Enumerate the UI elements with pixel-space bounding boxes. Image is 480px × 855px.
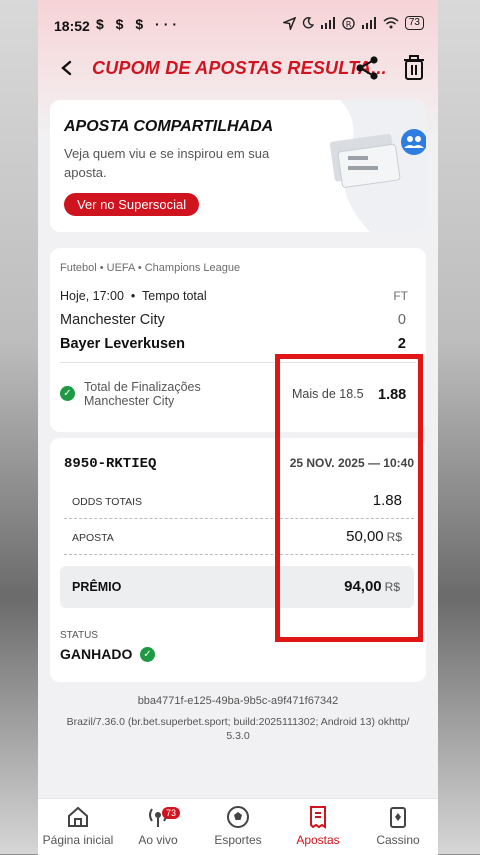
football-icon [227, 806, 249, 828]
event-status: FT [393, 289, 408, 303]
back-arrow-icon[interactable] [56, 54, 78, 82]
status-check-icon: ✓ [140, 647, 155, 662]
event-time-row: Hoje, 17:00 • Tempo total [60, 289, 207, 303]
shared-ticket-illustration [329, 100, 426, 232]
prize-label: PRÊMIO [72, 580, 122, 594]
check-icon: ✓ [60, 386, 75, 401]
nav-label-casino: Cassino [376, 833, 420, 847]
nav-item-bets[interactable]: Apostas [278, 805, 358, 847]
score-home: 0 [397, 312, 406, 328]
signal2-icon [361, 17, 376, 29]
signal-icon [320, 17, 335, 29]
stake-label: APOSTA [72, 532, 114, 544]
bet-hash: bba4771f-e125-49ba-9b5c-a9f471f67342 [137, 695, 339, 707]
home-icon [68, 806, 88, 827]
promo-heading: APOSTA COMPARTILHADA [64, 118, 274, 135]
market-label: Total de Finalizações [84, 380, 201, 394]
registered-icon: R [342, 16, 355, 30]
status-value: GANHADO [60, 646, 133, 662]
nav-item-home[interactable]: Página inicial [38, 805, 118, 847]
live-badge: 73 [162, 807, 181, 819]
total-odds-label: ODDS TOTAIS [72, 496, 143, 508]
page-title: CUPOM DE APOSTAS RESULTA... [92, 58, 387, 78]
nav-item-live[interactable]: 73 Ao vivo [118, 805, 198, 847]
shared-bet-promo-card: APOSTA COMPARTILHADA Veja quem viu e se … [50, 100, 426, 232]
promo-description: Veja quem viu e se inspirou em sua apost… [64, 146, 270, 180]
nav-label-bets: Apostas [296, 833, 340, 847]
receipt-icon [310, 806, 326, 829]
users-icon [401, 129, 426, 155]
nav-item-casino[interactable]: Cassino [358, 805, 438, 847]
wifi-icon [383, 17, 399, 29]
svg-text:R: R [346, 18, 352, 28]
status-right: R 73 [282, 16, 424, 30]
coupon-id: 8950-RKTIEQ [64, 456, 157, 472]
bottom-navigation: Página inicial 73 Ao vivo Esportes Apost… [38, 798, 438, 855]
nav-label-home: Página inicial [42, 833, 114, 847]
market-team: Manchester City [84, 394, 175, 408]
share-icon[interactable] [354, 54, 380, 82]
team-away: Bayer Leverkusen [60, 336, 185, 352]
status-bar: 18:52 $ $ $ ··· R 73 [38, 0, 438, 48]
score-away: 2 [397, 336, 406, 352]
location-icon [282, 16, 296, 30]
nav-label-live: Ao vivo [138, 833, 178, 847]
status-time: 18:52 [54, 18, 90, 34]
supersocial-button[interactable]: Ver no Supersocial [64, 193, 200, 216]
moon-icon [302, 17, 314, 29]
background-left [0, 0, 38, 854]
event-time: Hoje, 17:00 [60, 289, 124, 303]
breadcrumb: Futebol • UEFA • Champions League [60, 262, 241, 274]
status-label: STATUS [60, 630, 98, 641]
nav-item-sports[interactable]: Esportes [198, 805, 278, 847]
trash-icon[interactable] [402, 54, 426, 82]
build-info: Brazil/7.36.0 (br.bet.superbet.sport; bu… [66, 716, 410, 742]
dot-separator: • [127, 289, 139, 303]
highlight-annotation-box [275, 354, 423, 642]
notification-icons: $ $ $ ··· [96, 16, 182, 32]
market-name: Total de Finalizações Manchester City [84, 380, 201, 408]
team-home: Manchester City [60, 312, 165, 328]
event-period: Tempo total [142, 289, 207, 303]
cards-icon [390, 807, 406, 828]
nav-label-sports: Esportes [214, 833, 262, 847]
battery-indicator: 73 [404, 16, 424, 30]
background-right [438, 0, 480, 854]
header-bar: CUPOM DE APOSTAS RESULTA... [38, 48, 438, 88]
